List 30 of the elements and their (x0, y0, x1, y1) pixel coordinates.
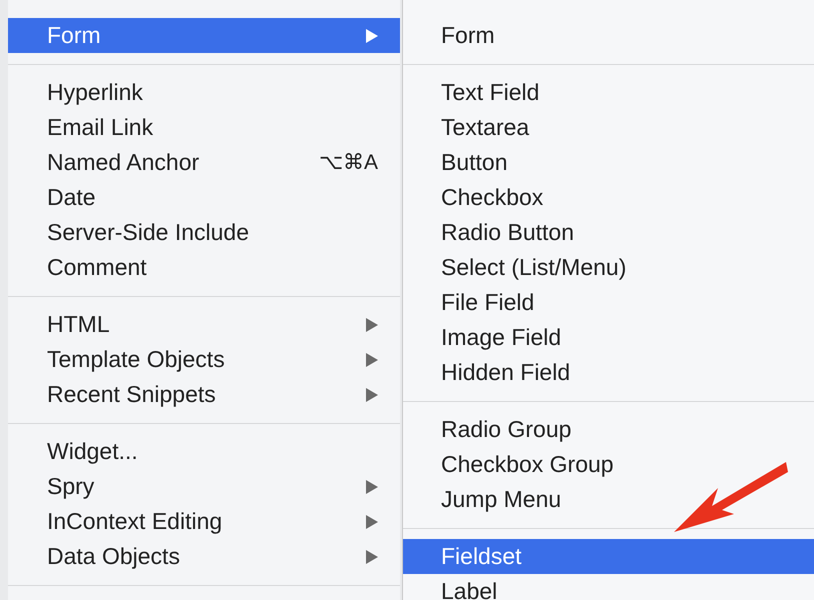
menu-item[interactable]: Comment (8, 250, 400, 285)
menu-item[interactable]: Spry (8, 469, 400, 504)
menu-item[interactable]: Widget... (8, 434, 400, 469)
menu-item[interactable]: Checkbox (403, 180, 814, 215)
menu-item[interactable]: Fieldset (403, 539, 814, 574)
menu-item[interactable]: Named Anchor ⌥⌘A (8, 145, 400, 180)
menu-item[interactable]: Checkbox Group (403, 447, 814, 482)
menu-item[interactable]: Hidden Field (403, 355, 814, 390)
menu-item[interactable]: Radio Button (403, 215, 814, 250)
shortcut-label: ⌥⌘A (318, 150, 378, 176)
menu-item[interactable]: Image Field (403, 320, 814, 355)
menu-item[interactable]: Button (403, 145, 814, 180)
menu-item[interactable]: Hyperlink (8, 75, 400, 110)
menu-item[interactable]: Text Field (403, 75, 814, 110)
menu-item[interactable]: Form (8, 18, 400, 53)
menu-item[interactable]: Form (403, 18, 814, 53)
menu-item[interactable]: InContext Editing (8, 504, 400, 539)
menu-item[interactable]: HTML (8, 307, 400, 342)
menu-item[interactable]: Textarea (403, 110, 814, 145)
menu-item[interactable]: Label (403, 574, 814, 600)
menu-item[interactable]: Server-Side Include (8, 215, 400, 250)
menu-item[interactable]: Email Link (8, 110, 400, 145)
menu-item[interactable]: File Field (403, 285, 814, 320)
menu-item[interactable]: Template Objects (8, 342, 400, 377)
menu-item[interactable]: Date (8, 180, 400, 215)
menu-item[interactable]: Recent Snippets (8, 377, 400, 412)
menu-item[interactable]: Jump Menu (403, 482, 814, 517)
menu-item[interactable]: Data Objects (8, 539, 400, 574)
menu-item[interactable]: Radio Group (403, 412, 814, 447)
menu-item[interactable]: Select (List/Menu) (403, 250, 814, 285)
